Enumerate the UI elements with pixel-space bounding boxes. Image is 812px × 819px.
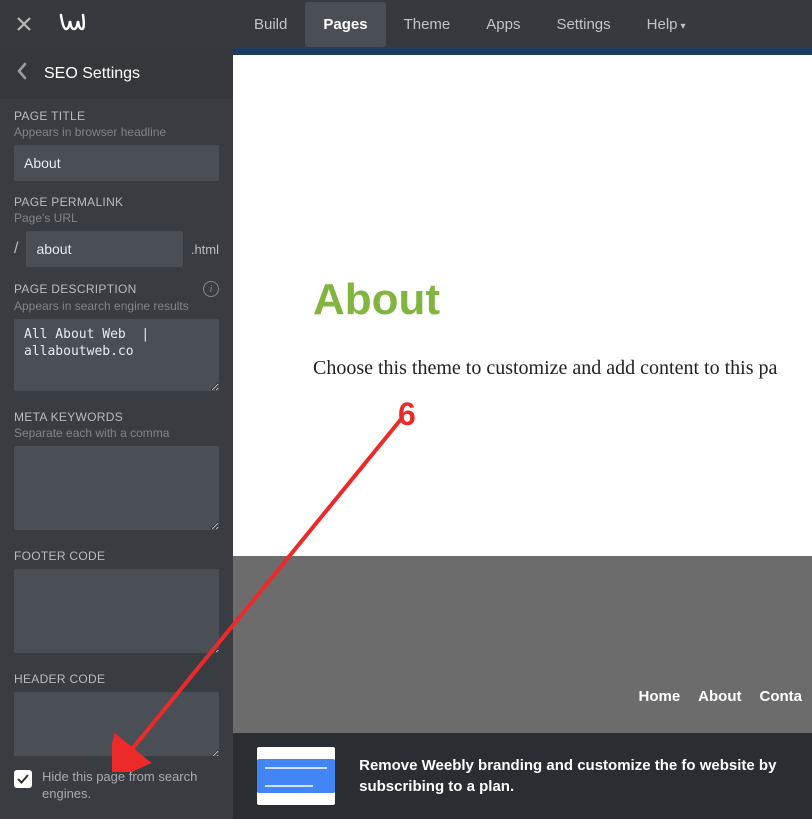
seo-sidebar: SEO Settings PAGE TITLE Appears in brows… [0,48,233,819]
upgrade-banner[interactable]: Remove Weebly branding and customize the… [233,733,812,819]
weebly-logo-icon [48,11,96,37]
hide-page-row: Hide this page from search engines. [0,756,233,819]
preview-content: About Choose this theme to customize and… [233,55,812,556]
upgrade-thumb [257,747,335,805]
page-title-input[interactable] [14,145,219,181]
meta-label: META KEYWORDS [14,410,219,424]
footer-nav-about[interactable]: About [698,688,741,705]
annotation-number: 6 [398,396,416,433]
nav-pages[interactable]: Pages [305,2,385,47]
hide-page-label: Hide this page from search engines. [42,768,219,803]
permalink-ext: .html [191,242,219,257]
page-preview: About Choose this theme to customize and… [233,48,812,819]
meta-textarea[interactable] [14,446,219,530]
info-icon[interactable]: i [203,281,219,297]
permalink-hint: Page's URL [14,211,219,225]
sidebar-header: SEO Settings [0,48,233,99]
nav-apps[interactable]: Apps [468,2,538,47]
permalink-slash: / [14,240,18,258]
permalink-input[interactable] [26,231,182,267]
page-title-hint: Appears in browser headline [14,125,219,139]
page-body-text: Choose this theme to customize and add c… [313,357,812,380]
nav-build[interactable]: Build [236,2,305,47]
hide-page-checkbox[interactable] [14,770,32,788]
footer-nav: Home About Conta [638,688,812,705]
top-nav: Build Pages Theme Apps Settings Help▾ [0,0,812,48]
close-icon[interactable] [0,16,48,32]
nav-settings[interactable]: Settings [538,2,628,47]
permalink-label: PAGE PERMALINK [14,195,219,209]
back-icon[interactable] [16,62,28,85]
nav-theme[interactable]: Theme [386,2,469,47]
upgrade-text: Remove Weebly branding and customize the… [359,755,788,797]
description-textarea[interactable] [14,319,219,391]
footer-code-label: FOOTER CODE [14,549,219,563]
chevron-down-icon: ▾ [681,21,686,32]
nav-help[interactable]: Help▾ [629,2,704,47]
nav-items: Build Pages Theme Apps Settings Help▾ [236,2,704,47]
footer-code-textarea[interactable] [14,569,219,653]
description-label: PAGE DESCRIPTION [14,282,137,296]
description-hint: Appears in search engine results [14,299,219,313]
header-code-label: HEADER CODE [14,672,219,686]
page-heading: About [313,275,812,325]
page-title-label: PAGE TITLE [14,109,219,123]
meta-hint: Separate each with a comma [14,426,219,440]
preview-topstrip [233,48,812,55]
sidebar-title: SEO Settings [44,65,140,83]
header-code-textarea[interactable] [14,692,219,756]
footer-nav-home[interactable]: Home [638,688,680,705]
footer-nav-contact[interactable]: Conta [760,688,803,705]
